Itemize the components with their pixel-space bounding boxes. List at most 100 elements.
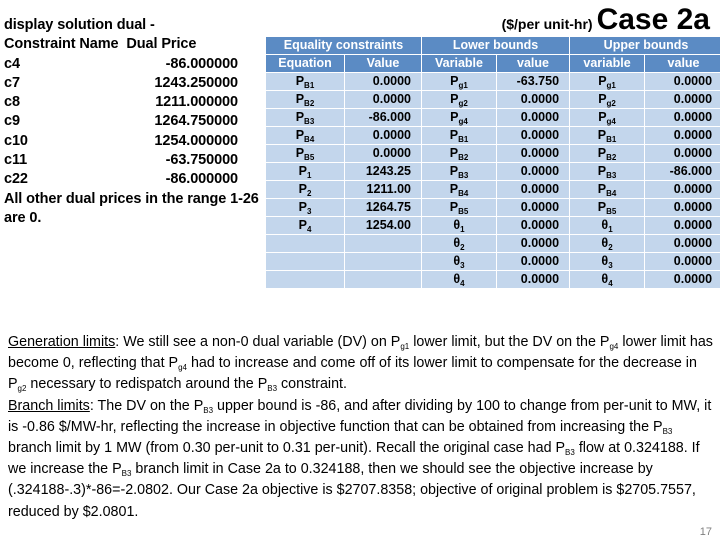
variable-subscript: 3 [460, 261, 465, 270]
variable-symbol: P [597, 182, 607, 196]
equality-value: 1264.75 [345, 199, 422, 216]
variable-symbol: P [450, 92, 459, 106]
variable-symbol: P [298, 218, 307, 232]
variable-subscript: 1 [306, 171, 312, 180]
branch-text-1: : The DV on the P [89, 397, 204, 414]
branch-sub-3: B3 [565, 448, 575, 458]
equality-variable [266, 235, 344, 252]
lower-bound-variable: Pg1 [422, 73, 497, 90]
variable-subscript: 2 [460, 243, 465, 252]
lower-bound-value: 0.0000 [497, 235, 570, 252]
variable-symbol: P [449, 182, 459, 196]
variable-subscript: 4 [608, 279, 613, 288]
variable-subscript: B4 [304, 135, 315, 144]
variable-symbol: P [449, 128, 459, 142]
variable-subscript: B3 [458, 171, 469, 180]
variable-subscript: 1 [460, 225, 465, 234]
upper-bound-value: -86.000 [645, 163, 720, 180]
variable-symbol: P [598, 110, 607, 124]
generation-sub-4: g2 [17, 384, 27, 394]
variable-symbol: P [598, 92, 607, 106]
dual-values-table: Equality constraints Lower bounds Upper … [265, 36, 720, 289]
branch-sub-2: B3 [662, 426, 673, 436]
dual-price-value: -63.750000 [165, 152, 238, 169]
generation-text-5: necessary to redispatch around the P [26, 376, 268, 393]
equality-value [345, 253, 422, 270]
equality-value: 0.0000 [345, 127, 422, 144]
variable-symbol: P [295, 128, 305, 142]
table-row: P2 1211.00 PB4 0.0000 PB4 0.0000 [266, 181, 720, 198]
dual-price-value: 1264.750000 [154, 113, 238, 130]
branch-limits-paragraph: Branch limits: The DV on the PB3 upper b… [8, 396, 714, 523]
table-row: P3 1264.75 PB5 0.0000 PB5 0.0000 [266, 199, 720, 216]
upper-bound-value: 0.0000 [645, 199, 720, 216]
variable-symbol: P [450, 110, 459, 124]
upper-bound-variable: PB1 [570, 127, 645, 144]
group-header-lower-bounds: Lower bounds [422, 37, 570, 54]
variable-symbol: P [449, 164, 459, 178]
lower-bound-variable: PB2 [422, 145, 497, 162]
variable-subscript: B5 [458, 207, 469, 216]
page-number: 17 [699, 526, 712, 538]
variable-subscript: 1 [608, 225, 613, 234]
lower-bound-variable: Pg4 [422, 109, 497, 126]
constraint-name: c9 [4, 113, 20, 130]
console-row: c22 -86.000000 [4, 170, 262, 189]
branch-sub-1: B3 [203, 405, 214, 415]
constraint-name: c22 [4, 171, 28, 188]
variable-subscript: B4 [458, 189, 469, 198]
equality-variable: P4 [266, 217, 344, 234]
variable-subscript: g2 [606, 99, 616, 108]
lower-bound-value: 0.0000 [497, 127, 570, 144]
generation-sub-3: g4 [178, 363, 187, 373]
lower-bound-value: 0.0000 [497, 163, 570, 180]
variable-subscript: B1 [458, 135, 469, 144]
lower-bound-value: 0.0000 [497, 217, 570, 234]
variable-subscript: B5 [606, 207, 617, 216]
variable-symbol: P [597, 164, 607, 178]
variable-subscript: B1 [606, 135, 617, 144]
lower-bound-value: 0.0000 [497, 253, 570, 270]
variable-symbol: P [295, 146, 305, 160]
variable-subscript: B1 [304, 81, 315, 90]
lower-bound-value: 0.0000 [497, 91, 570, 108]
table-row: θ2 0.0000 θ2 0.0000 [266, 235, 720, 252]
variable-symbol: P [450, 74, 459, 88]
branch-text-3: branch limit by 1 MW (from 0.30 per-unit… [8, 440, 566, 457]
table-group-header-row: Equality constraints Lower bounds Upper … [266, 37, 720, 54]
table-row: PB4 0.0000 PB1 0.0000 PB1 0.0000 [266, 127, 720, 144]
equality-variable: PB2 [266, 91, 344, 108]
table-row: PB3 -86.000 Pg4 0.0000 Pg4 0.0000 [266, 109, 720, 126]
column-header-upper-variable: variable [570, 55, 645, 72]
equality-value: 1243.25 [345, 163, 422, 180]
lower-bound-variable: PB4 [422, 181, 497, 198]
variable-symbol: P [449, 146, 459, 160]
table-head: Equality constraints Lower bounds Upper … [266, 37, 720, 72]
lower-bound-value: 0.0000 [497, 271, 570, 288]
table-row: θ3 0.0000 θ3 0.0000 [266, 253, 720, 270]
equality-value: 0.0000 [345, 145, 422, 162]
variable-subscript: B3 [304, 117, 315, 126]
lower-bound-variable: PB5 [422, 199, 497, 216]
table-row: P1 1243.25 PB3 0.0000 PB3 -86.000 [266, 163, 720, 180]
upper-bound-value: 0.0000 [645, 271, 720, 288]
generation-sub-5: B3 [267, 384, 278, 394]
upper-bound-value: 0.0000 [645, 235, 720, 252]
generation-limits-label: Generation limits [8, 334, 116, 350]
variable-subscript: B4 [606, 189, 617, 198]
variable-subscript: 4 [306, 225, 312, 234]
console-row: c4 -86.000000 [4, 55, 262, 74]
dual-price-value: 1254.000000 [154, 132, 238, 149]
variable-symbol: P [295, 110, 305, 124]
equality-value: 0.0000 [345, 73, 422, 90]
variable-subscript: B2 [304, 99, 315, 108]
lower-bound-value: 0.0000 [497, 199, 570, 216]
lower-bound-value: 0.0000 [497, 145, 570, 162]
table-row: PB5 0.0000 PB2 0.0000 PB2 0.0000 [266, 145, 720, 162]
equality-value [345, 271, 422, 288]
upper-bound-variable: PB3 [570, 163, 645, 180]
generation-limits-paragraph: Generation limits: We still see a non-0 … [8, 332, 714, 396]
variable-subscript: B3 [606, 171, 617, 180]
upper-bound-variable: PB4 [570, 181, 645, 198]
generation-text-1: : We still see a non-0 dual variable (DV… [115, 334, 401, 350]
